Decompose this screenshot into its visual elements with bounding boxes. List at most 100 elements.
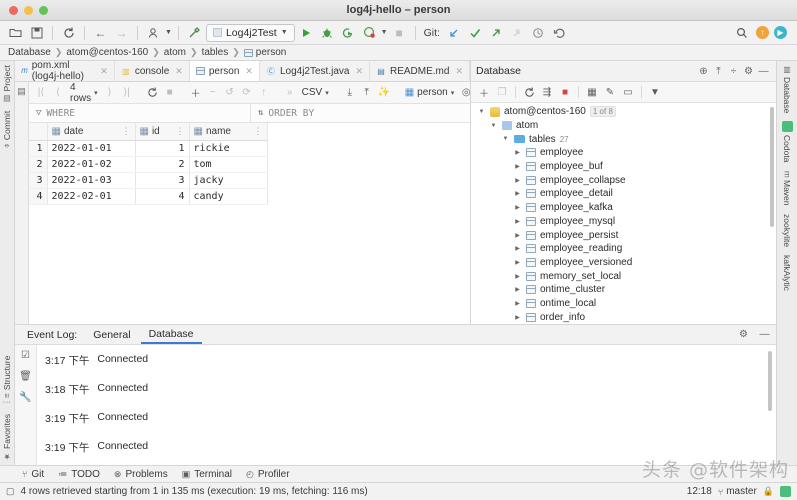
bottom-tab-terminal[interactable]: ▣ Terminal — [182, 469, 232, 480]
breadcrumb-item-schema[interactable]: atom — [164, 47, 186, 58]
breadcrumb-item-tables[interactable]: tables — [202, 47, 229, 58]
copy-icon[interactable]: ❐ — [494, 84, 510, 100]
tree-item-table[interactable]: ▶ employee_reading — [471, 242, 776, 256]
tab-log4j2test-java[interactable]: Ⓒ Log4j2Test.java ✕ — [260, 61, 370, 81]
settings-wrench-icon[interactable]: 🔧 — [19, 392, 31, 403]
close-tab-icon[interactable]: ✕ — [355, 66, 363, 77]
sidebar-item-structure[interactable]: ⋮≡ Structure — [2, 352, 12, 410]
cell-id[interactable]: 4 — [135, 188, 190, 205]
gear-icon[interactable]: ⚙ — [741, 64, 756, 79]
tree-item-table[interactable]: ▶ employee — [471, 146, 776, 160]
notifications-icon[interactable]: ↑ — [756, 26, 769, 39]
column-header-id[interactable]: ▦ id ⋮ — [135, 123, 190, 141]
chevron-right-icon[interactable]: ▶ — [513, 273, 522, 280]
chevron-down-icon[interactable]: ▼ — [501, 136, 510, 142]
tab-console[interactable]: ▥ console ✕ — [115, 61, 190, 81]
codota-status-icon[interactable] — [780, 486, 791, 497]
tab-general[interactable]: General — [85, 325, 138, 344]
tab-pom-xml[interactable]: 𝑚 pom.xml (log4j-hello) ✕ — [15, 60, 115, 82]
update-project-icon[interactable] — [445, 23, 464, 42]
push-icon[interactable] — [487, 23, 506, 42]
tree-scrollbar[interactable] — [770, 107, 774, 227]
cell-date[interactable]: 2022-02-01 — [47, 188, 136, 205]
history-icon[interactable] — [529, 23, 548, 42]
chevron-right-icon[interactable]: ▶ — [513, 149, 522, 156]
profile-run-icon[interactable] — [360, 23, 379, 42]
sync-icon[interactable] — [59, 23, 78, 42]
run-query-icon[interactable]: ⇶ — [539, 84, 555, 100]
debug-icon[interactable] — [318, 23, 337, 42]
cell-name[interactable]: jacky — [189, 172, 268, 189]
close-tab-icon[interactable]: ✕ — [175, 66, 183, 77]
run-configuration-selector[interactable]: Log4j2Test ▼ — [205, 23, 295, 42]
upload-icon[interactable]: ⤒ — [359, 85, 375, 101]
run-options-caret[interactable]: ▼ — [381, 29, 388, 36]
lock-icon[interactable]: 🔒 — [763, 486, 774, 497]
tree-item-table[interactable]: ▶ employee_persist — [471, 228, 776, 242]
expand-icon[interactable]: » — [282, 85, 298, 101]
column-menu-icon[interactable]: ⋮ — [176, 126, 185, 137]
cell-name[interactable]: rickie — [189, 140, 268, 157]
column-menu-icon[interactable]: ⋮ — [254, 126, 263, 137]
last-page-icon[interactable]: ⟩| — [119, 85, 135, 101]
export-format-selector[interactable]: CSV ▾ — [299, 87, 332, 98]
console-log-icon[interactable]: ▢ — [6, 486, 15, 497]
save-icon[interactable] — [27, 23, 46, 42]
chevron-right-icon[interactable]: ▶ — [513, 314, 522, 321]
magic-icon[interactable]: ✨ — [376, 85, 392, 101]
tree-item-table[interactable]: ▶ employee_mysql — [471, 215, 776, 229]
sidebar-item-zookylite[interactable]: zookylite — [782, 210, 792, 251]
tree-item-table[interactable]: ▶ employee_versioned — [471, 256, 776, 270]
submit-icon[interactable]: ↑ — [256, 85, 272, 101]
bottom-tab-todo[interactable]: ≔ TODO — [58, 469, 100, 480]
collapse-all-icon[interactable]: ÷ — [726, 64, 741, 79]
delete-row-icon[interactable]: − — [205, 85, 221, 101]
close-tab-icon[interactable]: ✕ — [245, 66, 253, 77]
mark-read-icon[interactable]: ☑ — [21, 350, 30, 361]
filter-icon[interactable]: ▼ — [647, 84, 663, 100]
refresh-icon[interactable] — [521, 84, 537, 100]
sidebar-item-kafkalytic[interactable]: kafkAlytic — [782, 251, 792, 295]
chevron-right-icon[interactable]: ▶ — [513, 245, 522, 252]
column-header-name[interactable]: ▦ name ⋮ — [189, 123, 268, 141]
breadcrumb-item-datasource[interactable]: atom@centos-160 — [66, 47, 148, 58]
add-row-icon[interactable]: ＋ — [188, 85, 204, 101]
order-by-input[interactable]: ⇅ ORDER BY — [251, 104, 470, 122]
cell-name[interactable]: candy — [189, 188, 268, 205]
breadcrumb-item-person[interactable]: person — [243, 47, 286, 58]
sidebar-item-maven[interactable]: m Maven — [782, 167, 792, 210]
rollback-icon[interactable] — [550, 23, 569, 42]
commit-icon[interactable] — [466, 23, 485, 42]
cell-date[interactable]: 2022-01-01 — [47, 140, 136, 157]
run-icon[interactable] — [297, 23, 316, 42]
next-page-icon[interactable]: ⟩ — [102, 85, 118, 101]
tree-item-table[interactable]: ▶ memory_set_local — [471, 269, 776, 283]
rows-count-selector[interactable]: 4 rows ▾ — [67, 82, 101, 104]
chevron-down-icon[interactable]: ▼ — [477, 109, 486, 115]
chevron-right-icon[interactable]: ▶ — [513, 300, 522, 307]
table-row[interactable]: 1 2022-01-01 1 rickie — [29, 140, 268, 157]
chevron-right-icon[interactable]: ▶ — [513, 204, 522, 211]
modify-icon[interactable]: ✎ — [602, 84, 618, 100]
profile-icon[interactable] — [144, 23, 163, 42]
bottom-tab-problems[interactable]: ⊗ Problems — [114, 469, 168, 480]
log-scrollbar[interactable] — [768, 351, 772, 411]
tab-person[interactable]: person ✕ — [189, 61, 260, 81]
cell-name[interactable]: tom — [189, 156, 268, 173]
bottom-tab-profiler[interactable]: ◴ Profiler — [246, 469, 290, 480]
data-icon[interactable]: ▭ — [620, 84, 636, 100]
table-row[interactable]: 3 2022-01-03 3 jacky — [29, 172, 268, 189]
chevron-right-icon[interactable]: ▶ — [513, 232, 522, 239]
hide-icon[interactable]: — — [756, 64, 771, 79]
search-icon[interactable] — [732, 23, 751, 42]
git-branch-widget[interactable]: ⑂ master — [718, 486, 757, 497]
cell-date[interactable]: 2022-01-03 — [47, 172, 136, 189]
cell-date[interactable]: 2022-01-02 — [47, 156, 136, 173]
table-row[interactable]: 2 2022-01-02 2 tom — [29, 156, 268, 173]
tree-item-tables-folder[interactable]: ▼ tables 27 — [471, 132, 776, 146]
breadcrumb-item-database[interactable]: Database — [8, 47, 51, 58]
commit-icon[interactable]: ⟳ — [239, 85, 255, 101]
tab-readme-md[interactable]: ▤ README.md ✕ — [370, 61, 470, 81]
where-filter-input[interactable]: ▽ WHERE — [29, 104, 251, 122]
hide-icon[interactable]: — — [757, 327, 772, 342]
